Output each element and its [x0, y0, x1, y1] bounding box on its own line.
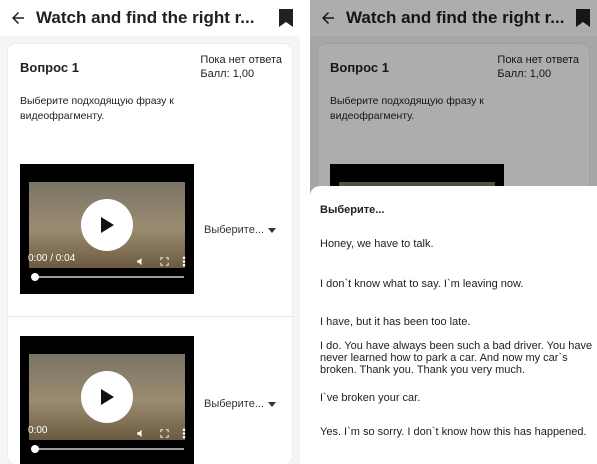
answer-select[interactable]: Выберите...: [204, 398, 277, 410]
video-player[interactable]: 0:00 / 0:04: [20, 164, 194, 294]
volume-icon[interactable]: [136, 428, 147, 439]
option-item[interactable]: Honey, we have to talk.: [320, 238, 597, 250]
sheet-title: Выберите...: [320, 204, 385, 216]
video-controls: [136, 256, 186, 267]
back-button[interactable]: [0, 0, 36, 36]
option-item[interactable]: Yes. I`m so sorry. I don`t know how this…: [320, 426, 597, 438]
option-item[interactable]: I`ve broken your car.: [320, 392, 597, 404]
page-title: Watch and find the right r...: [36, 8, 255, 27]
progress-thumb[interactable]: [31, 445, 39, 453]
fullscreen-icon[interactable]: [159, 428, 170, 439]
question-status: Пока нет ответа Балл: 1,00: [200, 53, 282, 81]
answer-select[interactable]: Выберите...: [204, 224, 277, 236]
video-time: 0:00: [28, 425, 48, 436]
question-title: Вопрос 1: [20, 60, 79, 75]
video-player[interactable]: 0:00: [20, 336, 194, 464]
select-bottom-sheet: Выберите... Honey, we have to talk. I do…: [310, 186, 597, 464]
option-item[interactable]: I do. You have always been such a bad dr…: [320, 340, 597, 380]
select-label: Выберите...: [204, 224, 265, 236]
video-progress[interactable]: [31, 445, 184, 453]
play-icon: [101, 217, 114, 233]
play-button[interactable]: [81, 199, 133, 251]
bookmark-button[interactable]: [272, 0, 300, 36]
video-controls: [136, 428, 186, 439]
bookmark-icon: [279, 9, 293, 27]
back-arrow-icon: [12, 12, 24, 24]
option-item[interactable]: I have, but it has been too late.: [320, 316, 597, 328]
select-label: Выберите...: [204, 398, 265, 410]
more-vert-icon[interactable]: [182, 428, 186, 439]
video-progress[interactable]: [31, 273, 184, 281]
score-label: Балл: 1,00: [200, 68, 255, 80]
video-time: 0:00 / 0:04: [28, 253, 76, 264]
screen-right: Watch and find the right r... Вопрос 1 П…: [310, 0, 597, 464]
play-icon: [101, 389, 114, 405]
option-item[interactable]: I don`t know what to say. I`m leaving no…: [320, 278, 597, 290]
progress-thumb[interactable]: [31, 273, 39, 281]
divider: [8, 316, 292, 317]
question-card: Вопрос 1 Пока нет ответа Балл: 1,00 Выбе…: [8, 44, 292, 464]
question-text: Выберите подходящую фразу к видеофрагмен…: [20, 95, 174, 122]
play-button[interactable]: [81, 371, 133, 423]
dropdown-arrow-icon: [268, 401, 277, 407]
fullscreen-icon[interactable]: [159, 256, 170, 267]
answer-status: Пока нет ответа: [200, 54, 282, 66]
app-bar: Watch and find the right r...: [0, 0, 300, 36]
more-vert-icon[interactable]: [182, 256, 186, 267]
volume-icon[interactable]: [136, 256, 147, 267]
dropdown-arrow-icon: [268, 227, 277, 233]
screen-left: Watch and find the right r... Вопрос 1 П…: [0, 0, 300, 464]
